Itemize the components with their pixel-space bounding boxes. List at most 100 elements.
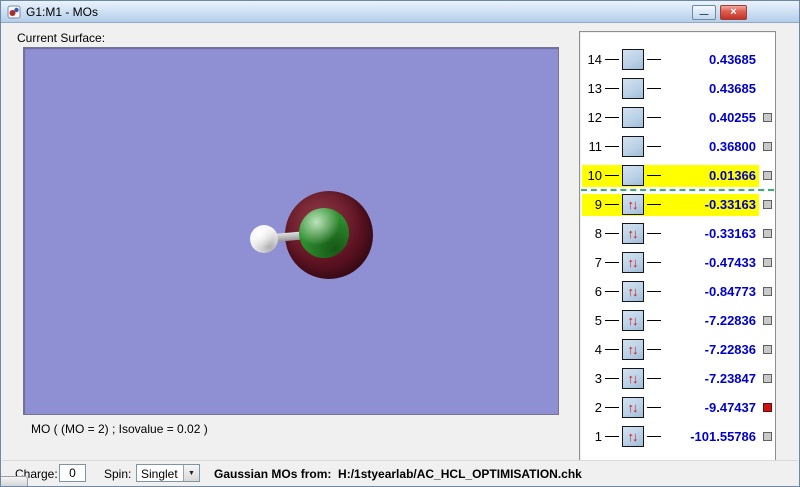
mo-row-12[interactable]: 12 0.40255 [580,103,775,132]
mo-select-checkbox[interactable] [763,113,772,122]
energy-level-line-left [605,378,619,379]
mo-energy-list[interactable]: 140.43685 13 0.43685 12 0.40255 11 0.36800 100.… [579,31,776,461]
mo-select-checkbox[interactable] [763,171,772,180]
electron-pair-arrows-icon: ↑↓ [628,285,637,298]
mo-select-checkbox[interactable] [763,142,772,151]
mo-energy-value: 0.43685 [664,81,759,96]
mo-row-content: 5↑↓-7.22836 [582,310,759,332]
electron-pair-arrows-icon: ↑↓ [628,256,637,269]
virtual-orbital-box-icon[interactable] [622,165,644,186]
mo-select-checkbox[interactable] [763,258,772,267]
virtual-orbital-box-icon[interactable] [622,107,644,128]
mo-row-content: 2↑↓-9.47437 [582,397,759,419]
mo-row-14[interactable]: 140.43685 [580,45,775,74]
mo-select-checkbox[interactable] [763,345,772,354]
mo-select-checkbox[interactable] [763,432,772,441]
mo-row-8[interactable]: 8↑↓-0.33163 [580,219,775,248]
mo-select-checkbox[interactable] [763,374,772,383]
energy-level-line-right [647,88,661,89]
mo-row-2[interactable]: 2↑↓-9.47437 [580,393,775,422]
virtual-orbital-box-icon[interactable] [622,136,644,157]
mo-energy-value: 0.36800 [664,139,759,154]
mo-row-9[interactable]: 9↑↓-0.33163 [580,190,775,219]
occupied-orbital-box-icon[interactable]: ↑↓ [622,194,644,215]
mo-row-10[interactable]: 100.01366 [580,161,775,190]
mo-energy-value: -101.55786 [664,429,759,444]
source-path-text: Gaussian MOs from: H:/1styearlab/AC_HCL_… [214,467,582,481]
mo-energy-value: 0.40255 [664,110,759,125]
energy-level-line-left [605,117,619,118]
mo-row-content: 3↑↓-7.23847 [582,368,759,390]
mo-row-content-highlighted: 9↑↓-0.33163 [582,194,759,216]
mo-index-label: 11 [582,139,602,154]
energy-level-line-right [647,233,661,234]
mo-row-11[interactable]: 11 0.36800 [580,132,775,161]
window-icon[interactable] [7,5,21,19]
mo-energy-value: 0.43685 [664,52,759,67]
close-button[interactable]: × [720,5,747,20]
current-surface-label: Current Surface: [17,31,105,45]
mo-row-1[interactable]: 1↑↓-101.55786 [580,422,775,451]
mo-index-label: 2 [582,400,602,415]
mo-row-3[interactable]: 3↑↓-7.23847 [580,364,775,393]
mo-index-label: 4 [582,342,602,357]
molecule-viewport[interactable] [23,47,559,415]
mo-row-content: 6↑↓-0.84773 [582,281,759,303]
occupied-orbital-box-icon[interactable]: ↑↓ [622,426,644,447]
mo-select-checkbox[interactable] [763,287,772,296]
occupied-orbital-box-icon[interactable]: ↑↓ [622,368,644,389]
mo-select-checkbox[interactable] [763,316,772,325]
occupied-orbital-box-icon[interactable]: ↑↓ [622,252,644,273]
minimize-button[interactable]: — [692,5,716,20]
occupied-orbital-box-icon[interactable]: ↑↓ [622,397,644,418]
electron-pair-arrows-icon: ↑↓ [628,198,637,211]
mo-select-checkbox[interactable] [763,403,772,412]
energy-level-line-left [605,175,619,176]
electron-pair-arrows-icon: ↑↓ [628,430,637,443]
energy-level-line-left [605,291,619,292]
mo-row-6[interactable]: 6↑↓-0.84773 [580,277,775,306]
mo-row-content: 4↑↓-7.22836 [582,339,759,361]
energy-level-line-left [605,349,619,350]
virtual-orbital-box-icon[interactable] [622,49,644,70]
energy-level-line-right [647,291,661,292]
spin-dropdown-button[interactable]: ▼ [183,465,199,481]
energy-level-line-right [647,407,661,408]
spin-select[interactable]: Singlet ▼ [136,464,200,482]
electron-pair-arrows-icon: ↑↓ [628,401,637,414]
mo-row-content: 8↑↓-0.33163 [582,223,759,245]
energy-level-line-right [647,146,661,147]
energy-level-line-right [647,59,661,60]
virtual-orbital-box-icon[interactable] [622,78,644,99]
mo-energy-value: -0.47433 [664,255,759,270]
electron-pair-arrows-icon: ↑↓ [628,227,637,240]
energy-level-line-left [605,436,619,437]
occupied-orbital-box-icon[interactable]: ↑↓ [622,310,644,331]
mo-row-7[interactable]: 7↑↓-0.47433 [580,248,775,277]
energy-level-line-left [605,233,619,234]
mo-index-label: 5 [582,313,602,328]
chevron-down-icon: ▼ [188,470,195,477]
energy-level-line-left [605,320,619,321]
mo-index-label: 8 [582,226,602,241]
mo-row-content: 12 0.40255 [582,107,759,129]
occupied-orbital-box-icon[interactable]: ↑↓ [622,223,644,244]
mo-index-label: 12 [582,110,602,125]
title-bar[interactable]: G1:M1 - MOs — × [1,1,799,23]
mo-index-label: 13 [582,81,602,96]
energy-level-line-left [605,146,619,147]
mo-row-4[interactable]: 4↑↓-7.22836 [580,335,775,364]
occupied-orbital-box-icon[interactable]: ↑↓ [622,281,644,302]
charge-input[interactable] [59,464,86,482]
mo-select-checkbox[interactable] [763,229,772,238]
energy-level-line-right [647,436,661,437]
mo-row-5[interactable]: 5↑↓-7.22836 [580,306,775,335]
mo-rows: 140.43685 13 0.43685 12 0.40255 11 0.36800 100.… [580,45,775,451]
energy-level-line-left [605,262,619,263]
mo-select-checkbox[interactable] [763,200,772,209]
energy-level-line-right [647,204,661,205]
minimize-icon: — [700,10,709,19]
mo-row-13[interactable]: 13 0.43685 [580,74,775,103]
occupied-orbital-box-icon[interactable]: ↑↓ [622,339,644,360]
mos-window: G1:M1 - MOs — × Current Surface: MO ( (M… [0,0,800,487]
